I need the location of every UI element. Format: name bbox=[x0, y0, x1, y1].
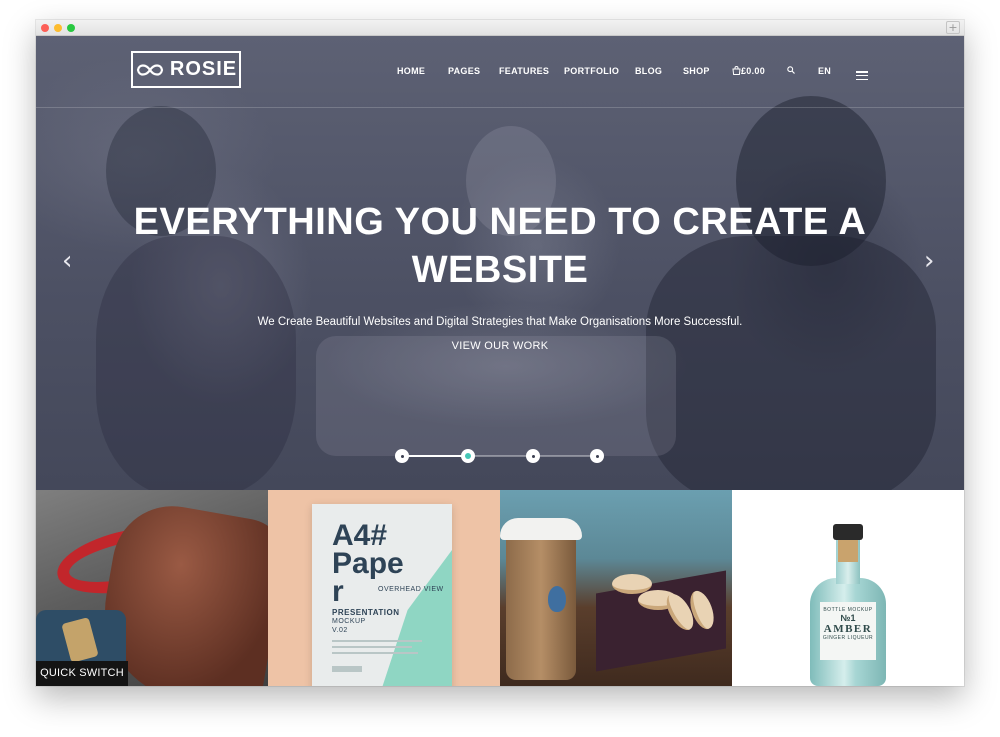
hero-subtitle: We Create Beautiful Websites and Digital… bbox=[257, 316, 743, 328]
slider-dot-3[interactable] bbox=[526, 449, 540, 463]
portfolio-tiles: QUICK SWITCH A4# Pape r OVERHEAD VIEW PR… bbox=[36, 490, 964, 686]
slider-dot-2[interactable] bbox=[461, 449, 475, 463]
nav-item-pages[interactable]: PAGES bbox=[448, 66, 480, 80]
bottle-label-line3: AMBER bbox=[823, 623, 873, 635]
hero-headline-line1: EVERYTHING YOU NEED TO CREATE A bbox=[133, 201, 867, 243]
hero-headline: EVERYTHING YOU NEED TO CREATE A WEBSITE bbox=[116, 198, 884, 294]
browser-window: + ROSIE HOME PAGES FEATURES PORTFOLIO BL… bbox=[36, 20, 964, 686]
shopping-bag-icon bbox=[732, 66, 741, 75]
bottle-cap-shape bbox=[833, 524, 863, 540]
hero-table-shape bbox=[316, 336, 676, 456]
language-switcher[interactable]: EN bbox=[818, 66, 831, 80]
site-logo[interactable]: ROSIE bbox=[131, 51, 241, 88]
slider-progress-fill bbox=[402, 455, 468, 457]
nav-item-portfolio[interactable]: PORTFOLIO bbox=[564, 66, 619, 80]
bottle-label: BOTTLE MOCKUP №1 AMBER GINGER LIQUEUR bbox=[820, 602, 876, 660]
bottle-cork-shape bbox=[838, 540, 858, 562]
paper-title-b: Pape bbox=[332, 547, 404, 580]
paper-presentation: PRESENTATION bbox=[332, 608, 400, 617]
bottle-logo-icon bbox=[548, 586, 566, 612]
nav-item-home[interactable]: HOME bbox=[397, 66, 425, 80]
cup-lid-shape bbox=[500, 518, 582, 540]
zoom-window-button[interactable] bbox=[67, 24, 75, 32]
logo-text: ROSIE bbox=[169, 58, 238, 80]
nav-item-shop[interactable]: SHOP bbox=[683, 66, 710, 80]
paper-title-a: A4# bbox=[332, 519, 388, 552]
close-window-button[interactable] bbox=[41, 24, 49, 32]
search-button[interactable] bbox=[787, 66, 795, 80]
site-header: ROSIE HOME PAGES FEATURES PORTFOLIO BLOG… bbox=[36, 36, 964, 108]
quick-switch-button[interactable]: QUICK SWITCH bbox=[36, 661, 128, 686]
hero-headline-line2: WEBSITE bbox=[411, 249, 589, 291]
hero-slider: ROSIE HOME PAGES FEATURES PORTFOLIO BLOG… bbox=[36, 36, 964, 506]
portfolio-tile-paper[interactable]: A4# Pape r OVERHEAD VIEW PRESENTATION MO… bbox=[268, 490, 500, 686]
nav-item-blog[interactable]: BLOG bbox=[635, 66, 662, 80]
cart-total: £0.00 bbox=[741, 66, 766, 76]
slider-next-arrow-icon[interactable]: › bbox=[924, 248, 934, 274]
portfolio-tile-glove[interactable]: QUICK SWITCH bbox=[36, 490, 268, 686]
paper-text-line bbox=[332, 640, 422, 642]
paper-title-c: r bbox=[332, 575, 344, 608]
portfolio-tile-bottle[interactable]: BOTTLE MOCKUP №1 AMBER GINGER LIQUEUR bbox=[732, 490, 964, 686]
slider-dot-4[interactable] bbox=[590, 449, 604, 463]
bottle-label-line2: №1 bbox=[840, 613, 856, 623]
nav-item-features[interactable]: FEATURES bbox=[499, 66, 549, 80]
infinity-logo-icon bbox=[136, 63, 163, 76]
paper-button-shape bbox=[332, 666, 362, 672]
slider-dot-1[interactable] bbox=[395, 449, 409, 463]
paper-text-line bbox=[332, 646, 412, 648]
paper-text-line bbox=[332, 652, 418, 654]
minimize-window-button[interactable] bbox=[54, 24, 62, 32]
paper-version: V.02 bbox=[332, 627, 348, 634]
browser-titlebar: + bbox=[36, 20, 964, 36]
paper-mockup: MOCKUP bbox=[332, 618, 366, 625]
view-our-work-link[interactable]: VIEW OUR WORK bbox=[450, 340, 550, 352]
search-icon bbox=[787, 66, 795, 74]
paper-overhead-view: OVERHEAD VIEW bbox=[378, 586, 444, 593]
bottle-label-line4: GINGER LIQUEUR bbox=[822, 635, 874, 641]
hamburger-menu-icon[interactable] bbox=[856, 71, 868, 81]
new-tab-plus-icon[interactable]: + bbox=[946, 21, 960, 34]
slider-prev-arrow-icon[interactable]: ‹ bbox=[62, 248, 72, 274]
coffee-cup-shape bbox=[506, 530, 576, 680]
cart-button[interactable]: £0.00 bbox=[732, 66, 765, 80]
portfolio-tile-coffee[interactable] bbox=[500, 490, 732, 686]
